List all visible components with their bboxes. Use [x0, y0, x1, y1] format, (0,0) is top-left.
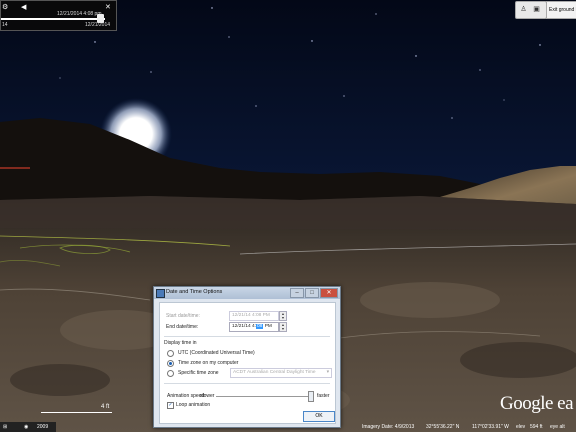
separator	[164, 336, 330, 337]
time-slider-left-label: 14	[2, 22, 8, 28]
display-time-in-label: Display time in	[164, 340, 197, 346]
scale-bar	[41, 412, 112, 413]
end-datetime-prefix: 12/21/14 4:	[232, 324, 257, 329]
utc-radio-label[interactable]: UTC (Coordinated Universal Time)	[178, 350, 255, 356]
end-datetime-suffix: PM	[263, 324, 272, 329]
dialog-body: Start date/time: 12/21/14 4:08 PM ▲ ▼ End…	[159, 302, 336, 424]
dialog-title: Date and Time Options	[166, 289, 223, 295]
end-datetime-field[interactable]: 12/21/14 4:08 PM	[229, 322, 279, 332]
longitude: 117°02'33.91" W	[472, 424, 509, 430]
slower-label: slower	[200, 393, 215, 399]
utc-radio[interactable]	[167, 350, 174, 357]
scale-legend: 4 ft	[41, 404, 112, 414]
elevation-value: 594 ft	[530, 424, 543, 430]
person-icon[interactable]: ♙	[519, 5, 528, 14]
faster-label: faster	[317, 393, 330, 399]
ok-button[interactable]: OK	[303, 411, 335, 422]
view-controls: ♙ ▣	[515, 1, 547, 19]
close-button[interactable]: ✕	[320, 288, 338, 298]
taskbar-item-icon[interactable]: ◉	[24, 423, 28, 431]
loop-animation-label[interactable]: Loop animation	[176, 402, 210, 408]
animation-speed-thumb[interactable]	[308, 391, 314, 402]
play-back-icon[interactable]: ◀	[21, 3, 28, 11]
separator	[164, 383, 330, 384]
end-datetime-label: End date/time:	[166, 324, 199, 330]
wrench-icon[interactable]: ⚙	[2, 3, 9, 11]
date-time-options-dialog: Date and Time Options – □ ✕ Start date/tim…	[153, 286, 341, 428]
time-slider-track[interactable]	[1, 18, 105, 20]
close-icon[interactable]: ✕	[105, 3, 112, 11]
start-datetime-field[interactable]: 12/21/14 4:08 PM	[229, 311, 279, 321]
latitude: 32°55'36.22" N	[426, 424, 460, 430]
taskbar-item-label[interactable]: 2009	[37, 423, 48, 431]
chevron-down-icon: ▾	[326, 370, 329, 375]
time-slider-range-start: 12/21/2014 4:08 pm	[57, 11, 102, 17]
eye-altitude-label: eye alt	[550, 424, 565, 430]
local-timezone-radio-label[interactable]: Time zone on my computer	[178, 360, 238, 366]
exit-ground-level-button[interactable]: Exit ground le	[546, 1, 576, 19]
end-datetime-spinner[interactable]: ▲ ▼	[279, 322, 287, 332]
specific-timezone-radio[interactable]	[167, 370, 174, 377]
specific-timezone-radio-label[interactable]: Specific time zone	[178, 370, 219, 376]
start-datetime-spinner[interactable]: ▲ ▼	[279, 311, 287, 321]
dialog-titlebar[interactable]: Date and Time Options – □ ✕	[154, 287, 340, 299]
app-icon	[156, 289, 165, 298]
local-timezone-radio[interactable]	[167, 360, 174, 367]
cube-icon[interactable]: ▣	[532, 5, 541, 14]
start-icon[interactable]: ⊞	[3, 423, 7, 431]
scale-label: 4 ft	[101, 404, 110, 410]
imagery-date: Imagery Date: 4/9/2013	[362, 424, 415, 430]
minimize-button[interactable]: –	[290, 288, 304, 298]
timezone-select-value: ACDT Australian Central Daylight Time	[233, 370, 316, 375]
elevation-label: elev	[516, 424, 526, 430]
start-datetime-label: Start date/time:	[166, 313, 200, 319]
taskbar: ⊞ ◉ 2009	[0, 422, 56, 432]
window-buttons: – □ ✕	[289, 288, 338, 298]
time-slider-panel: ⚙ ◀ ✕ 12/21/2014 4:08 pm 14 12/21/2014	[0, 0, 117, 31]
google-earth-logo: Google ea	[500, 393, 574, 414]
animation-speed-track[interactable]	[216, 396, 308, 397]
time-slider-range-end: 12/21/2014	[85, 22, 111, 28]
timezone-select[interactable]: ACDT Australian Central Daylight Time ▾	[230, 368, 332, 378]
status-bar: Imagery Date: 4/9/2013 32°55'36.22" N 11…	[360, 424, 576, 432]
maximize-button[interactable]: □	[305, 288, 319, 298]
loop-animation-checkbox[interactable]: ✓	[167, 402, 174, 409]
